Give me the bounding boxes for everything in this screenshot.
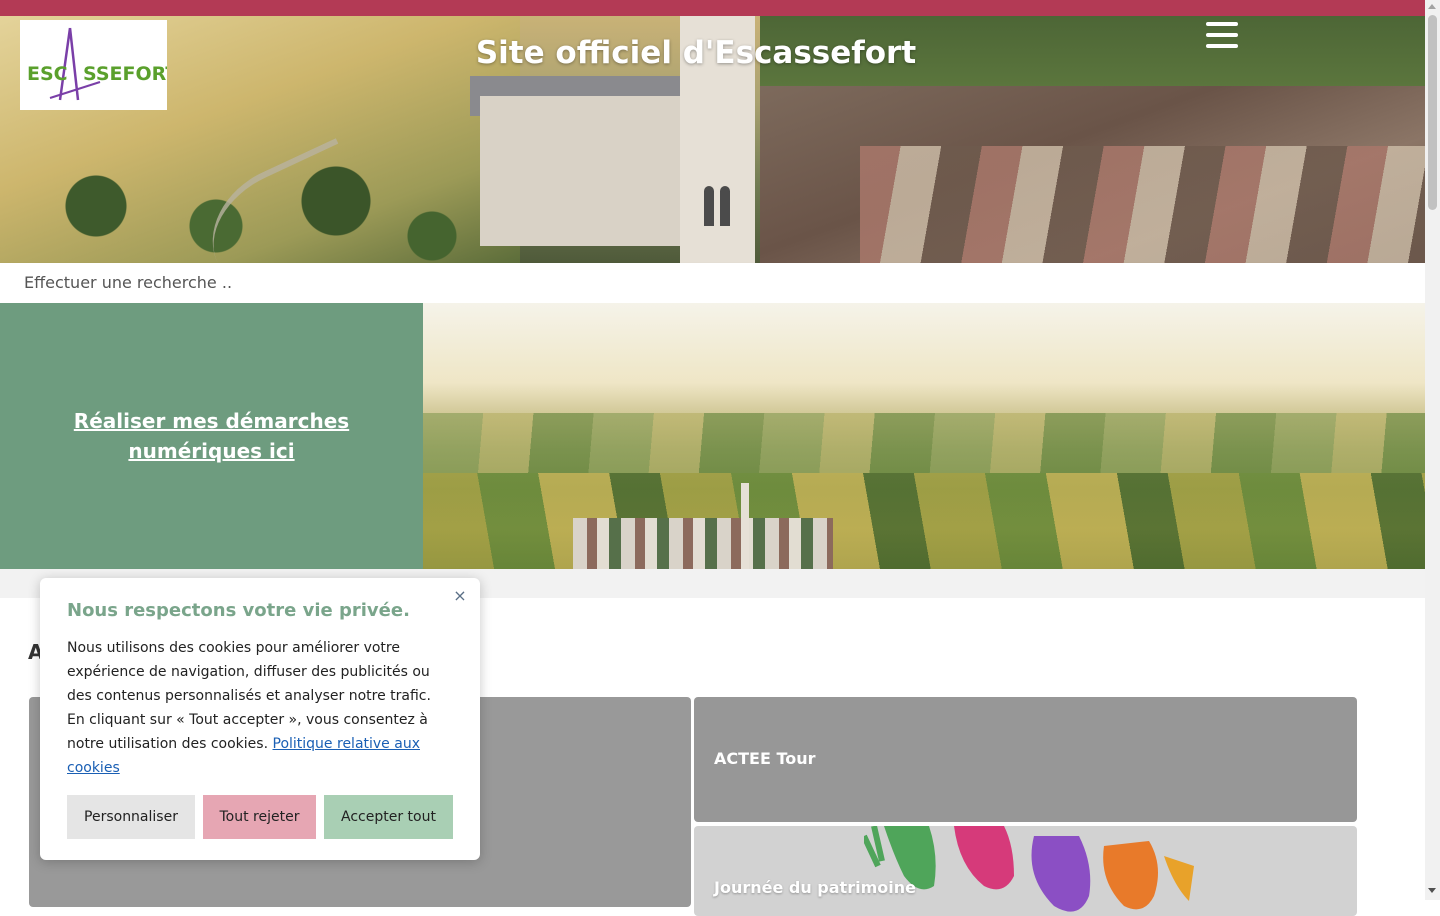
search-input[interactable] <box>0 263 1404 301</box>
reject-all-button[interactable]: Tout rejeter <box>203 795 316 839</box>
hamburger-menu-icon[interactable] <box>1206 22 1238 48</box>
close-icon[interactable]: × <box>450 586 470 606</box>
scroll-down-icon[interactable] <box>1428 888 1436 893</box>
cookie-consent-dialog: Nous respectons votre vie privée. × Nous… <box>40 578 480 860</box>
news-card-journee-patrimoine[interactable]: Journée du patrimoine <box>694 826 1357 916</box>
scroll-up-icon[interactable] <box>1428 4 1436 9</box>
vertical-scrollbar[interactable] <box>1425 0 1440 900</box>
page-title: Site officiel d'Escassefort <box>475 35 917 71</box>
news-card-actee-tour[interactable]: ACTEE Tour <box>694 697 1357 822</box>
news-card-title: ACTEE Tour <box>714 749 816 768</box>
search-bar <box>0 263 1425 303</box>
landscape-image <box>423 303 1425 569</box>
hands-illustration <box>864 826 1194 912</box>
cookie-description: Nous utilisons des cookies pour améliore… <box>67 636 447 780</box>
customize-button[interactable]: Personnaliser <box>67 795 195 839</box>
scrollbar-thumb[interactable] <box>1428 15 1437 210</box>
news-card-title: Journée du patrimoine <box>714 878 916 897</box>
accept-all-button[interactable]: Accepter tout <box>324 795 453 839</box>
online-services-panel: Réaliser mes démarches numériques ici <box>0 303 423 569</box>
cookie-title: Nous respectons votre vie privée. <box>67 600 410 621</box>
top-accent-bar <box>0 0 1425 16</box>
online-services-link[interactable]: Réaliser mes démarches numériques ici <box>62 406 362 466</box>
